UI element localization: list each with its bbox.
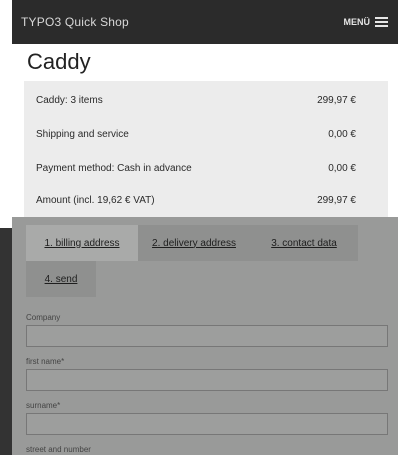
summary-label: Payment method: Cash in advance xyxy=(36,163,192,174)
summary-row-amount: Amount (incl. 19,62 € VAT) 299,97 € xyxy=(36,195,356,206)
company-label: Company xyxy=(26,313,61,322)
summary-row-items: Caddy: 3 items 299,97 € xyxy=(36,95,356,106)
summary-label: Shipping and service xyxy=(36,129,129,140)
top-navigation-bar: TYPO3 Quick Shop MENÜ xyxy=(12,0,398,44)
first-name-label: first name* xyxy=(26,357,65,366)
checkout-form-area: 1. billing address 2. delivery address 3… xyxy=(12,217,398,455)
summary-value: 299,97 € xyxy=(317,195,356,206)
company-input[interactable] xyxy=(26,325,388,347)
surname-label: surname* xyxy=(26,401,61,410)
tab-delivery-address[interactable]: 2. delivery address xyxy=(138,225,250,261)
page-title: Caddy xyxy=(27,49,91,74)
summary-label: Caddy: 3 items xyxy=(36,95,103,106)
left-edge-strip xyxy=(0,228,12,455)
first-name-input[interactable] xyxy=(26,369,388,391)
summary-row-shipping: Shipping and service 0,00 € xyxy=(36,129,356,140)
summary-value: 0,00 € xyxy=(328,129,356,140)
street-label: street and number xyxy=(26,445,91,454)
menu-label: MENÜ xyxy=(343,17,371,27)
summary-value: 0,00 € xyxy=(328,163,356,174)
tab-billing-address[interactable]: 1. billing address xyxy=(26,225,138,261)
summary-row-payment: Payment method: Cash in advance 0,00 € xyxy=(36,163,356,174)
tab-send[interactable]: 4. send xyxy=(26,261,96,297)
brand-title[interactable]: TYPO3 Quick Shop xyxy=(21,15,129,29)
surname-input[interactable] xyxy=(26,413,388,435)
summary-value: 299,97 € xyxy=(317,95,356,106)
menu-button[interactable]: MENÜ xyxy=(343,17,388,27)
hamburger-icon xyxy=(375,17,388,27)
summary-label: Amount (incl. 19,62 € VAT) xyxy=(36,195,155,206)
tab-contact-data[interactable]: 3. contact data xyxy=(250,225,358,261)
cart-summary: Caddy: 3 items 299,97 € Shipping and ser… xyxy=(24,81,388,217)
